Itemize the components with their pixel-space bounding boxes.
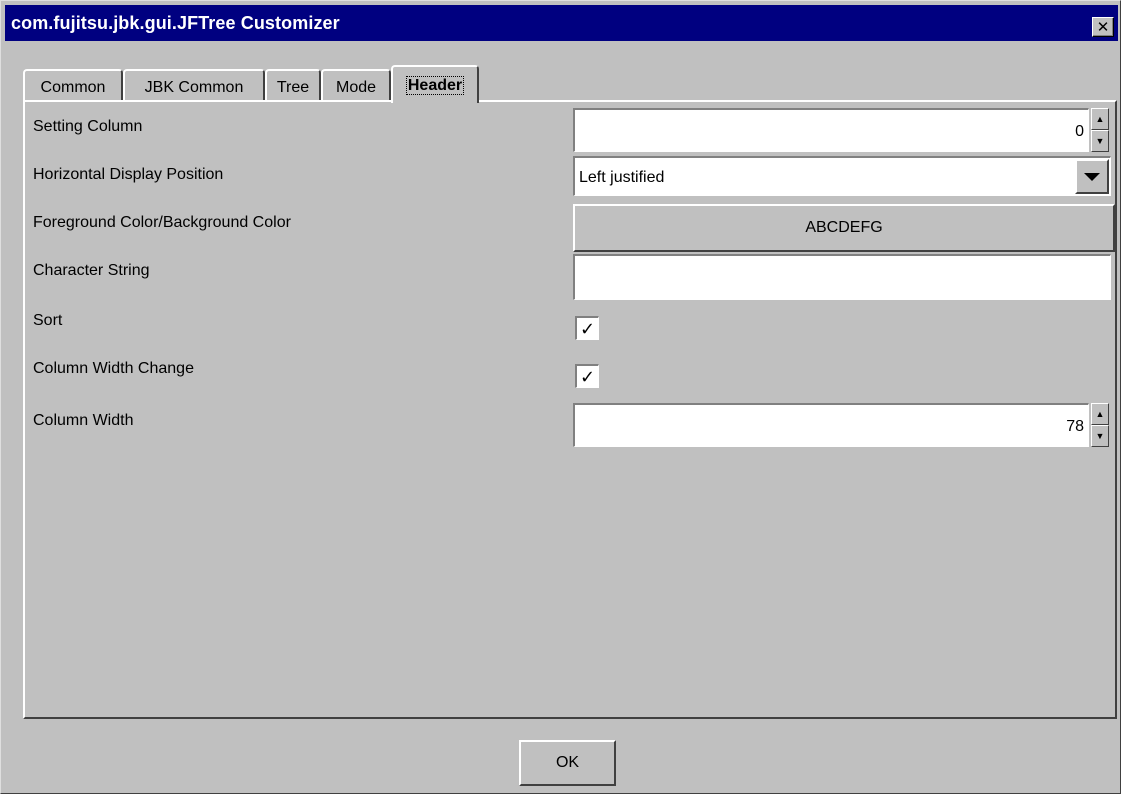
spin-up-button[interactable]: ▲ xyxy=(1091,108,1109,130)
tab-mode[interactable]: Mode xyxy=(321,69,391,101)
close-button[interactable]: ✕ xyxy=(1092,17,1114,37)
arrow-up-icon: ▲ xyxy=(1095,408,1105,419)
color-sample-text: ABCDEFG xyxy=(805,219,883,236)
setting-column-spinner[interactable]: 0 xyxy=(573,108,1089,152)
fg-bg-color-label: Foreground Color/Background Color xyxy=(33,214,291,231)
sort-checkbox[interactable]: ✓ xyxy=(575,316,599,340)
arrow-down-icon: ▼ xyxy=(1095,135,1105,146)
tab-jbk-common[interactable]: JBK Common xyxy=(123,69,265,101)
horizontal-position-value: Left justified xyxy=(579,169,665,186)
tab-label: JBK Common xyxy=(144,79,244,96)
character-string-input[interactable] xyxy=(573,254,1111,300)
column-width-change-label: Column Width Change xyxy=(33,360,194,377)
spin-down-button[interactable]: ▼ xyxy=(1091,425,1109,447)
tab-label: Common xyxy=(40,79,106,96)
close-icon: ✕ xyxy=(1096,18,1110,36)
chevron-down-icon xyxy=(1084,172,1100,181)
arrow-up-icon: ▲ xyxy=(1095,113,1105,124)
checkmark-icon: ✓ xyxy=(579,366,596,387)
tab-label: Header xyxy=(405,76,465,95)
header-settings-panel: Setting Column 0 ▲ ▼ Horizontal Display … xyxy=(23,100,1117,719)
customizer-window: com.fujitsu.jbk.gui.JFTree Customizer ✕ … xyxy=(0,0,1121,794)
column-width-value: 78 xyxy=(1066,418,1084,435)
checkmark-icon: ✓ xyxy=(579,318,596,339)
setting-column-value: 0 xyxy=(1075,123,1084,140)
tab-common[interactable]: Common xyxy=(23,69,123,101)
spin-up-button[interactable]: ▲ xyxy=(1091,403,1109,425)
setting-column-label: Setting Column xyxy=(33,118,143,135)
ok-button-label: OK xyxy=(555,754,580,771)
tab-label: Mode xyxy=(335,79,377,96)
character-string-label: Character String xyxy=(33,262,150,279)
column-width-change-checkbox[interactable]: ✓ xyxy=(575,364,599,388)
horizontal-position-label: Horizontal Display Position xyxy=(33,166,224,183)
sort-label: Sort xyxy=(33,312,63,329)
tab-label: Tree xyxy=(276,79,310,96)
column-width-spinner[interactable]: 78 xyxy=(573,403,1089,447)
tab-tree[interactable]: Tree xyxy=(265,69,321,101)
column-width-label: Column Width xyxy=(33,412,134,429)
horizontal-position-select[interactable]: Left justified xyxy=(573,156,1111,196)
setting-column-spin-buttons: ▲ ▼ xyxy=(1091,108,1109,152)
dropdown-button[interactable] xyxy=(1075,159,1109,194)
arrow-down-icon: ▼ xyxy=(1095,430,1105,441)
window-title: com.fujitsu.jbk.gui.JFTree Customizer xyxy=(11,13,340,33)
tab-header[interactable]: Header xyxy=(391,65,479,103)
column-width-spin-buttons: ▲ ▼ xyxy=(1091,403,1109,447)
title-bar[interactable]: com.fujitsu.jbk.gui.JFTree Customizer ✕ xyxy=(5,5,1118,41)
spin-down-button[interactable]: ▼ xyxy=(1091,130,1109,152)
color-picker-button[interactable]: ABCDEFG xyxy=(573,204,1115,252)
ok-button[interactable]: OK xyxy=(519,740,616,786)
